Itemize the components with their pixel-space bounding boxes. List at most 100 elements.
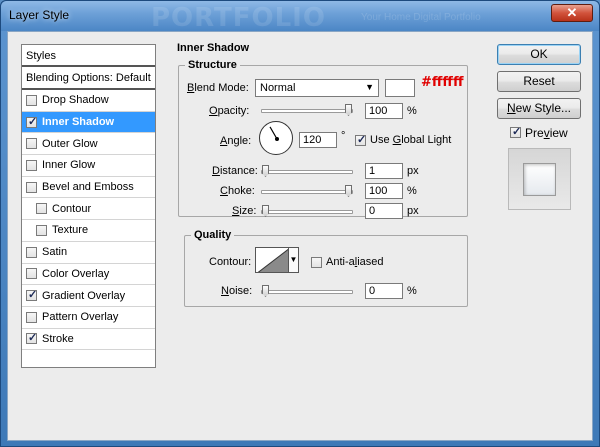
angle-unit: ° <box>341 130 346 142</box>
blending-options-item[interactable]: Blending Options: Default <box>22 67 155 90</box>
style-item-checkbox[interactable] <box>26 331 37 345</box>
angle-label: Angle: <box>220 135 252 147</box>
opacity-input[interactable]: 100 <box>365 103 403 119</box>
size-unit: px <box>407 205 419 217</box>
layer-style-window: PORTFOLIO Your Home Digital Portfolio La… <box>0 0 600 447</box>
choke-input[interactable]: 100 <box>365 183 403 199</box>
quality-group: Quality Contour: ▼ Anti-aliased Noise: 0… <box>184 229 468 307</box>
style-item-label: Satin <box>42 246 68 259</box>
opacity-slider-thumb[interactable] <box>345 104 352 116</box>
choke-unit: % <box>407 185 417 197</box>
style-items: Drop Shadow Inner Shadow Outer Glow Inner G… <box>22 90 155 351</box>
use-global-light-checkbox[interactable] <box>355 133 366 146</box>
contour-preview[interactable] <box>255 247 289 273</box>
style-item-label: Contour <box>52 202 92 215</box>
structure-group: Structure Blend Mode: Normal ▼ #ffffff O… <box>178 59 468 219</box>
contour-caret-icon: ▼ <box>289 255 298 264</box>
style-item[interactable]: Drop Shadow <box>22 90 155 112</box>
style-item[interactable]: Texture <box>22 220 155 242</box>
opacity-slider[interactable] <box>261 104 353 116</box>
style-item[interactable]: Stroke <box>22 329 155 351</box>
style-item-checkbox[interactable] <box>26 115 37 128</box>
noise-slider-thumb[interactable] <box>262 285 269 297</box>
style-item-checkbox[interactable] <box>26 159 37 171</box>
ok-button[interactable]: OK <box>497 44 581 65</box>
style-item-checkbox[interactable] <box>26 94 37 106</box>
distance-input[interactable]: 1 <box>365 163 403 179</box>
noise-slider[interactable] <box>261 285 353 297</box>
style-item-checkbox[interactable] <box>26 181 37 193</box>
style-item[interactable]: Satin <box>22 242 155 264</box>
style-item-checkbox[interactable] <box>26 311 37 323</box>
inner-shadow-title: Inner Shadow <box>177 42 250 54</box>
style-item[interactable]: Inner Shadow <box>22 111 155 134</box>
style-item[interactable]: Contour <box>22 198 155 221</box>
style-item-checkbox[interactable] <box>36 203 47 215</box>
style-item-label: Texture <box>52 224 89 237</box>
blend-mode-value: Normal <box>260 82 296 94</box>
contour-dropdown[interactable]: ▼ <box>289 247 299 273</box>
reset-button[interactable]: Reset <box>497 71 581 92</box>
choke-label: Choke: <box>220 185 255 197</box>
distance-slider[interactable] <box>261 165 353 177</box>
style-item[interactable]: Gradient Overlay <box>22 285 155 307</box>
style-item[interactable]: Bevel and Emboss <box>22 177 155 199</box>
style-item-label: Color Overlay <box>42 267 110 280</box>
style-item-label: Drop Shadow <box>42 94 109 107</box>
title-bar[interactable]: PORTFOLIO Your Home Digital Portfolio La… <box>1 1 599 31</box>
blend-mode-select[interactable]: Normal ▼ <box>255 79 379 97</box>
title-watermark: PORTFOLIO <box>151 3 326 31</box>
style-item-label: Inner Glow <box>42 159 96 172</box>
distance-label: Distance: <box>212 165 258 177</box>
shadow-color-swatch[interactable] <box>385 79 415 97</box>
style-item-label: Bevel and Emboss <box>42 181 134 194</box>
style-item-label: Pattern Overlay <box>42 311 119 324</box>
style-preview <box>508 148 571 210</box>
style-item-checkbox[interactable] <box>36 224 47 236</box>
opacity-unit: % <box>407 105 417 117</box>
style-item[interactable]: Inner Glow <box>22 155 155 177</box>
chevron-down-icon: ▼ <box>365 82 374 92</box>
use-global-light-label: Use Global Light <box>370 134 452 146</box>
title-watermark-sub: Your Home Digital Portfolio <box>361 12 481 23</box>
dialog-client: Styles Blending Options: Default Drop Sh… <box>7 31 593 441</box>
contour-linear-icon <box>257 248 288 272</box>
style-item-label: Inner Shadow <box>42 116 115 129</box>
style-item[interactable]: Color Overlay <box>22 264 155 286</box>
style-item-checkbox[interactable] <box>26 246 37 258</box>
style-preview-swatch <box>523 163 556 196</box>
close-icon: ✕ <box>566 5 578 20</box>
size-slider[interactable] <box>261 205 353 217</box>
style-item-checkbox[interactable] <box>26 288 37 302</box>
color-hex-annotation: #ffffff <box>421 75 464 90</box>
styles-header[interactable]: Styles <box>22 45 155 67</box>
noise-input[interactable]: 0 <box>365 283 403 299</box>
preview-checkbox[interactable] <box>510 125 521 138</box>
noise-label: Noise: <box>221 285 253 297</box>
size-slider-thumb[interactable] <box>262 205 269 217</box>
choke-slider[interactable] <box>261 185 353 197</box>
style-item[interactable]: Pattern Overlay <box>22 307 155 329</box>
style-item-label: Stroke <box>42 332 74 345</box>
distance-slider-thumb[interactable] <box>262 165 269 177</box>
angle-dial-needle-icon <box>269 126 279 141</box>
angle-input[interactable]: 120 <box>299 132 337 148</box>
quality-title: Quality <box>191 229 235 241</box>
size-input[interactable]: 0 <box>365 203 403 219</box>
blend-mode-label: Blend Mode: <box>187 82 249 94</box>
anti-aliased-checkbox[interactable] <box>311 257 322 268</box>
styles-list: Styles Blending Options: Default Drop Sh… <box>21 44 156 368</box>
choke-slider-thumb[interactable] <box>345 185 352 197</box>
style-item-label: Outer Glow <box>42 137 98 150</box>
close-button[interactable]: ✕ <box>551 4 593 22</box>
style-item-checkbox[interactable] <box>26 138 37 150</box>
size-label: Size: <box>232 205 257 217</box>
new-style-button[interactable]: New Style... <box>497 98 581 119</box>
window-title: Layer Style <box>9 8 70 22</box>
style-item[interactable]: Outer Glow <box>22 133 155 156</box>
distance-unit: px <box>407 165 419 177</box>
structure-title: Structure <box>185 59 240 71</box>
opacity-label: Opacity: <box>209 105 250 117</box>
angle-dial[interactable] <box>259 121 293 155</box>
style-item-checkbox[interactable] <box>26 268 37 280</box>
